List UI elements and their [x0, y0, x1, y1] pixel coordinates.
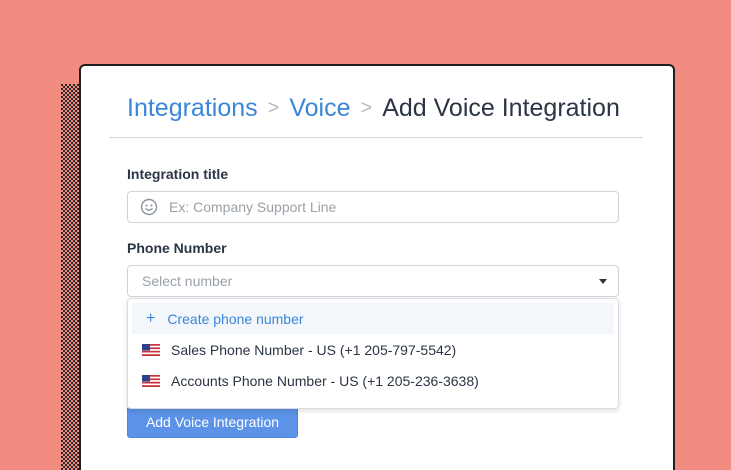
emoji-icon[interactable]: [140, 198, 158, 216]
header-divider: [109, 137, 643, 138]
breadcrumb-voice[interactable]: Voice: [289, 94, 350, 123]
phone-option-accounts[interactable]: Accounts Phone Number - US (+1 205-236-3…: [128, 365, 618, 396]
phone-option-sales[interactable]: Sales Phone Number - US (+1 205-797-5542…: [128, 334, 618, 365]
integration-title-input[interactable]: [169, 199, 618, 215]
phone-number-select[interactable]: Select number: [127, 265, 619, 297]
us-flag-icon: [142, 343, 160, 356]
breadcrumb-separator: >: [360, 97, 373, 119]
integration-title-field[interactable]: [127, 191, 619, 223]
breadcrumb-separator: >: [267, 97, 280, 119]
phone-number-dropdown: + Create phone number Sales Phone Number…: [127, 298, 619, 409]
integration-title-label: Integration title: [127, 166, 229, 182]
phone-number-placeholder: Select number: [142, 273, 233, 289]
phone-option-label: Accounts Phone Number - US (+1 205-236-3…: [171, 372, 479, 389]
create-phone-number-label: Create phone number: [167, 310, 304, 327]
plus-icon: +: [146, 309, 156, 327]
page-title: Add Voice Integration: [382, 94, 620, 122]
chevron-down-icon[interactable]: [599, 278, 607, 284]
phone-option-label: Sales Phone Number - US (+1 205-797-5542…: [171, 341, 457, 358]
add-voice-integration-button[interactable]: Add Voice Integration: [127, 406, 298, 438]
phone-number-label: Phone Number: [127, 240, 227, 256]
breadcrumb: Integrations > Voice > Add Voice Integra…: [127, 94, 620, 123]
breadcrumb-integrations[interactable]: Integrations: [127, 94, 258, 123]
us-flag-icon: [142, 374, 160, 387]
integration-card: Integrations > Voice > Add Voice Integra…: [79, 64, 675, 470]
create-phone-number-option[interactable]: + Create phone number: [132, 303, 614, 334]
